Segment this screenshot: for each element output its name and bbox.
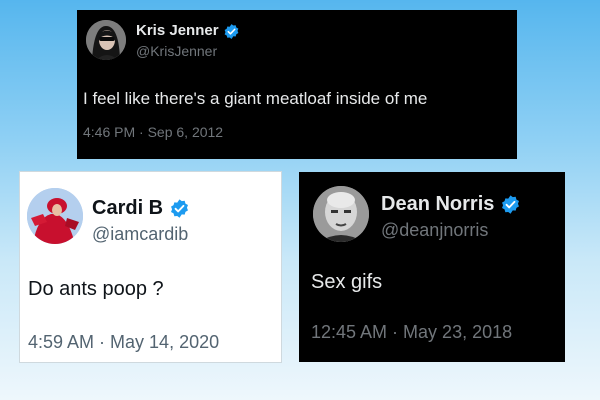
avatar[interactable] bbox=[86, 20, 126, 60]
tweet-card-dean-norris[interactable]: Dean Norris @deanjnorris Sex gifs 12:45 … bbox=[299, 172, 565, 362]
tweet-text: Do ants poop ? bbox=[28, 278, 164, 300]
tweet-text: I feel like there's a giant meatloaf ins… bbox=[83, 89, 428, 108]
tweet-timestamp[interactable]: 4:59 AM · May 14, 2020 bbox=[28, 332, 219, 353]
tweet-text: Sex gifs bbox=[311, 271, 383, 293]
verified-badge-icon bbox=[501, 195, 519, 214]
tweet-timestamp[interactable]: 12:45 AM · May 23, 2018 bbox=[311, 322, 512, 343]
avatar-photo-icon bbox=[86, 20, 126, 60]
author-handle[interactable]: @KrisJenner bbox=[136, 43, 217, 59]
avatar-photo-icon bbox=[313, 186, 369, 242]
author-handle[interactable]: @iamcardib bbox=[92, 224, 188, 245]
author-handle[interactable]: @deanjnorris bbox=[381, 220, 488, 241]
avatar-photo-icon bbox=[27, 188, 83, 244]
author-name[interactable]: Dean Norris bbox=[381, 193, 494, 215]
tweet-card-cardi-b[interactable]: Cardi B @iamcardib Do ants poop ? 4:59 A… bbox=[19, 171, 282, 363]
tweet-card-kris-jenner[interactable]: Kris Jenner @KrisJenner I feel like ther… bbox=[77, 10, 517, 159]
avatar[interactable] bbox=[27, 188, 83, 244]
verified-badge-icon bbox=[170, 199, 188, 218]
tweet-timestamp[interactable]: 4:46 PM · Sep 6, 2012 bbox=[83, 124, 223, 140]
author-name[interactable]: Cardi B bbox=[92, 197, 163, 219]
author-name[interactable]: Kris Jenner bbox=[136, 22, 219, 39]
page: { "tweets": [ { "name": "Kris Jenner", "… bbox=[0, 0, 600, 400]
verified-badge-icon bbox=[224, 23, 239, 39]
avatar[interactable] bbox=[313, 186, 369, 242]
